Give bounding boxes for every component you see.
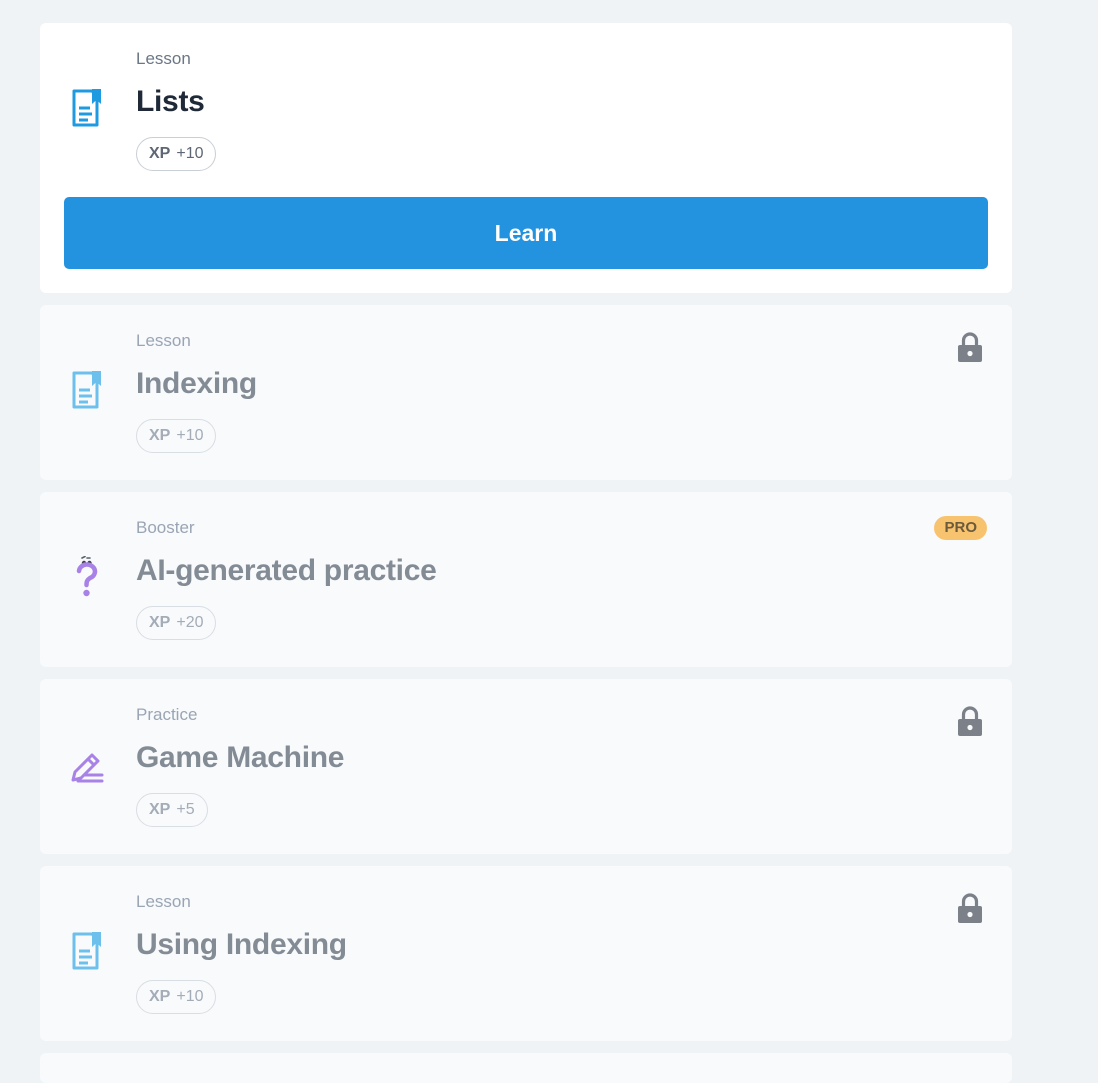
- lock-icon: [956, 892, 984, 924]
- xp-reward-pill: XP +10: [136, 137, 217, 171]
- lesson-title: Lists: [136, 85, 205, 118]
- xp-reward-pill: XP +20: [136, 606, 217, 640]
- learning-path-list: Lesson Lists XP +10 Learn Lesson Indexin…: [40, 23, 1012, 1083]
- lesson-card-indexing[interactable]: Lesson Indexing XP +10: [40, 305, 1012, 480]
- xp-value: +10: [176, 145, 204, 162]
- pro-badge: PRO: [934, 516, 987, 540]
- practice-card-game-machine[interactable]: Practice Game Machine XP +5: [40, 679, 1012, 854]
- xp-reward-pill: XP +5: [136, 793, 208, 827]
- lesson-card-lists[interactable]: Lesson Lists XP +10 Learn: [40, 23, 1012, 293]
- lesson-document-icon: [68, 930, 108, 974]
- lock-icon: [956, 705, 984, 737]
- xp-tag: XP: [149, 427, 171, 444]
- lesson-title: Indexing: [136, 367, 257, 400]
- question-mark-icon: [68, 556, 108, 600]
- xp-tag: XP: [149, 614, 171, 631]
- practice-title: Game Machine: [136, 741, 345, 774]
- booster-card-ai-practice[interactable]: Booster AI-generated practice XP +20 PRO: [40, 492, 1012, 667]
- lesson-type-label: Lesson: [136, 49, 191, 68]
- lesson-title: Using Indexing: [136, 928, 347, 961]
- lesson-card-using-indexing[interactable]: Lesson Using Indexing XP +10: [40, 866, 1012, 1041]
- xp-tag: XP: [149, 801, 171, 818]
- lesson-document-icon: [68, 369, 108, 413]
- xp-value: +10: [176, 988, 204, 1005]
- xp-value: +10: [176, 427, 204, 444]
- xp-reward-pill: XP +10: [136, 419, 217, 453]
- booster-type-label: Booster: [136, 518, 195, 537]
- lock-icon: [956, 331, 984, 363]
- lesson-type-label: Lesson: [136, 892, 191, 911]
- next-card-partial[interactable]: [40, 1053, 1012, 1083]
- xp-tag: XP: [149, 988, 171, 1005]
- xp-value: +5: [176, 801, 195, 818]
- practice-type-label: Practice: [136, 705, 198, 724]
- pencil-edit-icon: [68, 743, 108, 787]
- xp-tag: XP: [149, 145, 171, 162]
- learn-button[interactable]: Learn: [64, 197, 988, 269]
- booster-title: AI-generated practice: [136, 554, 437, 587]
- lesson-document-icon: [68, 87, 108, 131]
- xp-value: +20: [176, 614, 204, 631]
- lesson-type-label: Lesson: [136, 331, 191, 350]
- xp-reward-pill: XP +10: [136, 980, 217, 1014]
